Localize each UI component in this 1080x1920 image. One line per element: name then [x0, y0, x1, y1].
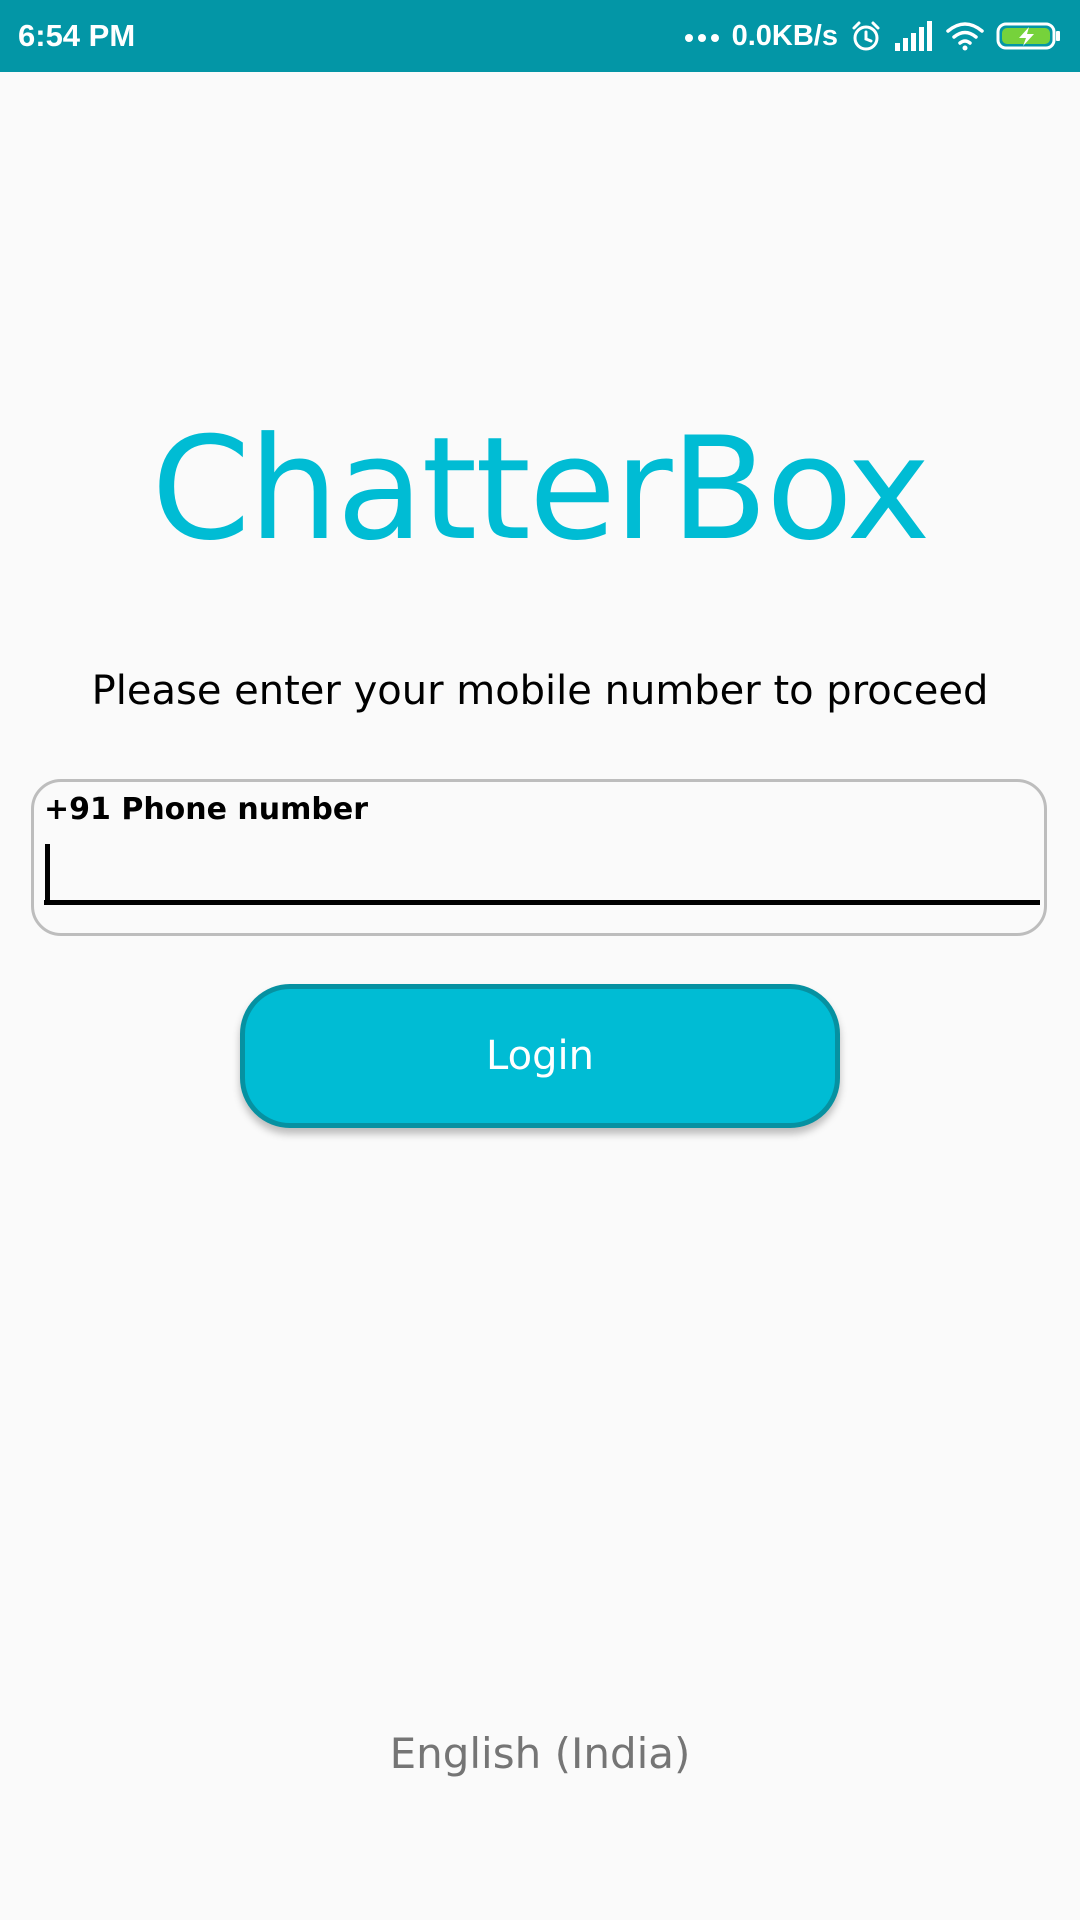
phone-number-label: +91 Phone number — [44, 792, 369, 827]
login-button[interactable]: Login — [240, 984, 840, 1128]
wifi-icon — [946, 21, 984, 51]
battery-charging-icon — [996, 21, 1062, 51]
language-selector[interactable]: English (India) — [0, 1726, 1080, 1782]
network-speed: 0.0KB/s — [731, 20, 838, 52]
text-cursor — [45, 844, 50, 904]
more-dots-icon — [684, 30, 720, 42]
alarm-icon — [850, 20, 882, 52]
status-icons: 0.0KB/s — [684, 14, 1062, 58]
phone-number-field[interactable]: +91 Phone number — [31, 779, 1047, 936]
status-time: 6:54 PM — [18, 18, 136, 53]
phone-number-input[interactable] — [44, 840, 1040, 905]
app-title: ChatterBox — [151, 407, 930, 572]
login-prompt: Please enter your mobile number to proce… — [91, 668, 989, 714]
signal-icon — [894, 21, 934, 51]
status-bar: 6:54 PM 0.0KB/s — [0, 0, 1080, 72]
